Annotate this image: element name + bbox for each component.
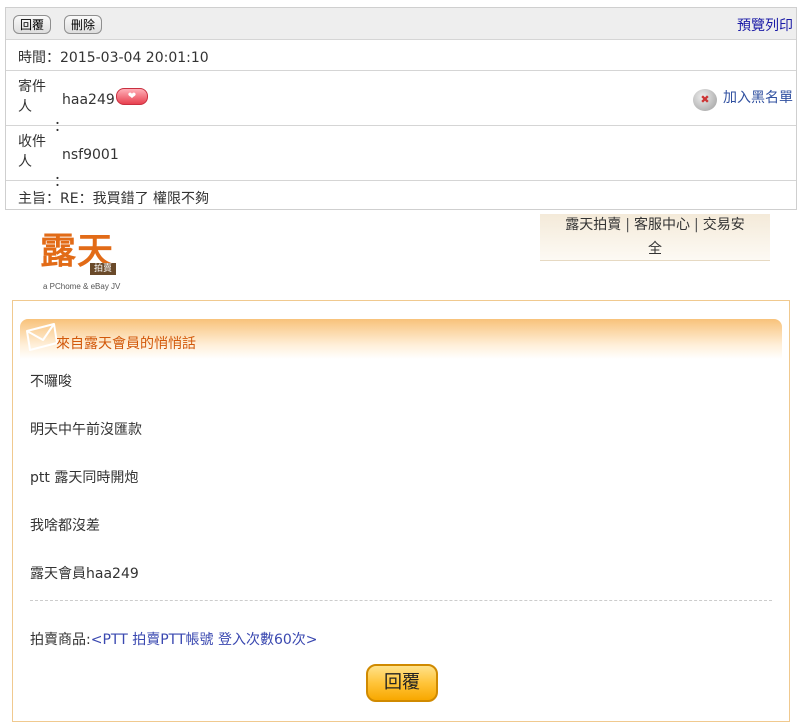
subject-field: 主旨：RE：我買錯了 權限不夠 xyxy=(18,188,209,208)
blacklist-label: 加入黑名單 xyxy=(723,90,793,106)
top-navigation: 露天拍賣 | 客服中心 | 交易安 全 xyxy=(540,214,770,261)
toolbar: 回覆 刪除 預覽列印 xyxy=(6,8,796,40)
ruten-logo[interactable]: 露天 拍賣 a PChome & eBay JV xyxy=(40,232,140,296)
nav-separator: | xyxy=(694,217,699,233)
message-line: 明天中午前沒匯款 xyxy=(30,422,142,438)
dashed-divider xyxy=(30,600,772,601)
nav-link-ruten-auction[interactable]: 露天拍賣 xyxy=(565,217,621,233)
delete-button[interactable]: 刪除 xyxy=(64,15,103,34)
envelope-icon xyxy=(26,323,58,351)
reply-button[interactable]: 回覆 xyxy=(13,15,52,34)
message-line: ptt 露天同時開炮 xyxy=(30,470,139,486)
nav-link-trade-safety-wrap[interactable]: 全 xyxy=(540,239,770,259)
auction-item-link[interactable]: <PTT 拍賣PTT帳號 登入次數60次> xyxy=(91,632,318,648)
message-line: 露天會員haa249 xyxy=(30,566,139,582)
print-preview-link[interactable]: 預覽列印 xyxy=(737,15,793,35)
recipient-row: 收件人 ： nsf9001 xyxy=(6,126,796,190)
top-nav-links: 露天拍賣 | 客服中心 | 交易安 xyxy=(540,215,770,235)
sender-label: 寄件人 xyxy=(18,79,46,115)
auction-item-label: 拍賣商品: xyxy=(30,632,91,648)
time-value: 2015-03-04 20:01:10 xyxy=(60,50,209,66)
heart-badge-icon: ❤ xyxy=(116,88,148,105)
reply-message-button[interactable]: 回覆 xyxy=(366,664,438,702)
logo-subtitle: a PChome & eBay JV xyxy=(43,282,121,291)
sender-row: 寄件人 ： haa249 ❤ ✖ 加入黑名單 xyxy=(6,71,796,135)
add-to-blacklist-link[interactable]: ✖ 加入黑名單 xyxy=(693,87,793,111)
time-label: 時間： xyxy=(18,50,60,66)
time-row: 時間：2015-03-04 20:01:10 xyxy=(6,40,796,71)
message-line: 不囉唆 xyxy=(30,374,72,390)
message-line: 我啥都沒差 xyxy=(30,518,100,534)
recipient-label: 收件人 xyxy=(18,134,46,170)
message-title: 來自露天會員的悄悄話 xyxy=(56,336,196,352)
nav-link-customer-service[interactable]: 客服中心 xyxy=(634,217,690,233)
message-title-bar: 來自露天會員的悄悄話 xyxy=(20,319,782,359)
subject-label: 主旨： xyxy=(18,191,60,207)
logo-tag: 拍賣 xyxy=(90,263,117,275)
time-field: 時間：2015-03-04 20:01:10 xyxy=(18,47,209,67)
nav-link-trade-safety[interactable]: 交易安 xyxy=(703,217,745,233)
recipient-value: nsf9001 xyxy=(62,147,119,163)
nav-separator: | xyxy=(625,217,630,233)
blacklist-face-icon: ✖ xyxy=(693,89,717,111)
auction-item-row: 拍賣商品:<PTT 拍賣PTT帳號 登入次數60次> xyxy=(30,629,318,649)
subject-row: 主旨：RE：我買錯了 權限不夠 xyxy=(6,181,796,211)
message-panel: 來自露天會員的悄悄話 不囉唆 明天中午前沒匯款 ptt 露天同時開炮 我啥都沒差… xyxy=(12,300,790,722)
subject-value: RE：我買錯了 權限不夠 xyxy=(60,191,210,207)
sender-value[interactable]: haa249 xyxy=(62,92,115,108)
message-header-panel: 回覆 刪除 預覽列印 時間：2015-03-04 20:01:10 寄件人 ： … xyxy=(5,7,797,210)
